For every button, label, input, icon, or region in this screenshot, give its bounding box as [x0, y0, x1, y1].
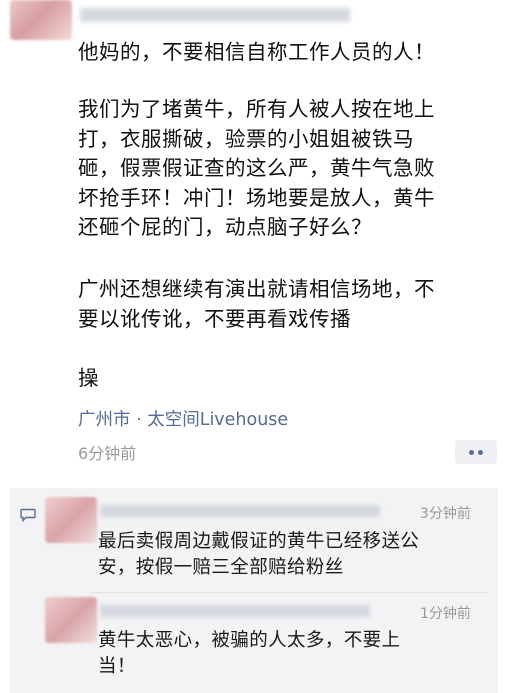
more-dot	[478, 449, 483, 455]
comment-author-blurred[interactable]	[100, 505, 380, 517]
comment-text: 黄牛太恶心，被骗的人太多，不要上 当！	[98, 630, 401, 677]
comment-time: 3分钟前	[420, 506, 471, 522]
comment-time: 1分钟前	[420, 606, 471, 622]
comment-text: 最后卖假周边戴假证的黄牛已经移送公 安，按假一赔三全部赔给粉丝	[98, 531, 420, 578]
avatar[interactable]	[10, 0, 72, 40]
post-paragraph-2: 我们为了堵黄牛，所有人被人按在地上 打，衣服撕破，验票的小姐姐被铁马 砸，假票假…	[78, 97, 435, 239]
more-dot	[469, 449, 474, 455]
comment-avatar[interactable]	[45, 497, 97, 543]
post-location[interactable]: 广州市 · 太空间Livehouse	[78, 406, 288, 431]
comment-author-blurred[interactable]	[100, 605, 370, 617]
comment-divider	[90, 592, 488, 593]
comment-icon	[20, 508, 36, 522]
more-icon[interactable]	[455, 440, 497, 464]
comment-avatar[interactable]	[45, 597, 97, 643]
post-text-line1: 他妈的，不要相信自称工作人员的人！	[78, 40, 435, 64]
post-paragraph-4: 操	[78, 366, 99, 390]
author-name-blurred[interactable]	[80, 8, 350, 22]
post-time: 6分钟前	[78, 444, 137, 463]
post-paragraph-3: 广州还想继续有演出就请相信场地，不 要以讹传讹，不要再看戏传播	[78, 277, 435, 331]
